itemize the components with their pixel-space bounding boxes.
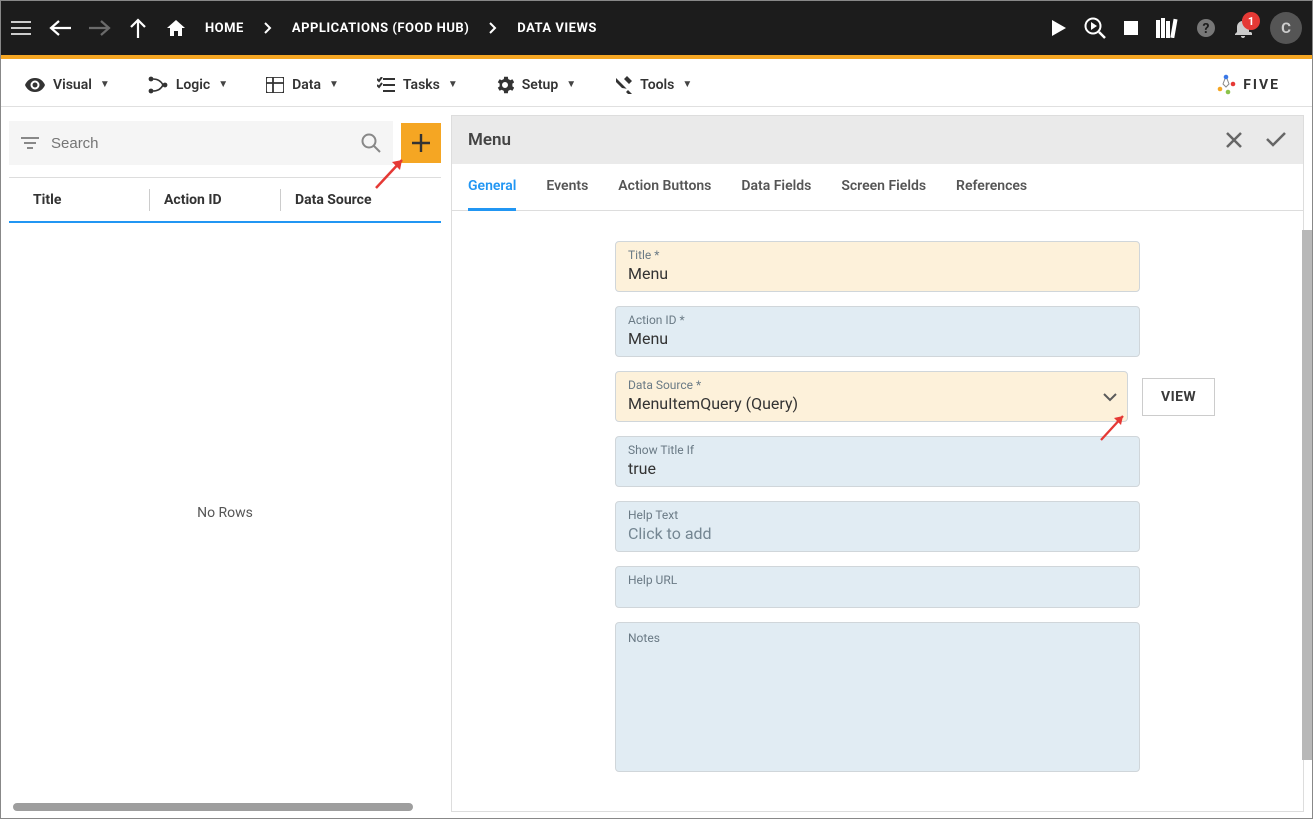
column-title[interactable]: Title — [19, 192, 149, 208]
up-arrow-icon[interactable] — [129, 18, 147, 38]
topbar: HOME APPLICATIONS (FOOD HUB) DATA VIEWS … — [1, 1, 1312, 55]
logo[interactable]: FIVE — [1215, 74, 1288, 96]
tab-events[interactable]: Events — [546, 164, 588, 210]
breadcrumb-app[interactable]: APPLICATIONS (FOOD HUB) — [292, 21, 469, 36]
column-data-source[interactable]: Data Source — [281, 192, 431, 208]
panel-header: Menu — [452, 116, 1303, 164]
notifications-icon[interactable]: 1 — [1234, 18, 1252, 38]
menu-visual[interactable]: Visual▼ — [25, 77, 110, 93]
show-title-if-field[interactable]: Show Title If true — [615, 436, 1140, 487]
books-icon[interactable] — [1156, 18, 1178, 38]
form: Title * Menu Action ID * Menu Data Sourc… — [452, 211, 1303, 811]
svg-text:?: ? — [1203, 21, 1210, 37]
action-id-field[interactable]: Action ID * Menu — [615, 306, 1140, 357]
menu-tools[interactable]: Tools▼ — [614, 76, 692, 94]
horizontal-scrollbar[interactable] — [9, 802, 441, 812]
menubar: Visual▼ Logic▼ Data▼ Tasks▼ Setup▼ Tools… — [1, 63, 1312, 107]
chevron-right-icon — [264, 22, 272, 34]
play-icon[interactable] — [1052, 20, 1066, 36]
breadcrumb-page[interactable]: DATA VIEWS — [517, 21, 597, 36]
right-panel: Menu General Events Action Buttons Data … — [451, 115, 1304, 812]
breadcrumb-home[interactable]: HOME — [205, 21, 244, 36]
confirm-icon[interactable] — [1265, 131, 1287, 149]
logo-text: FIVE — [1243, 77, 1280, 93]
notes-field[interactable]: Notes — [615, 622, 1140, 772]
menu-data[interactable]: Data▼ — [266, 77, 339, 93]
empty-rows-text: No Rows — [197, 505, 253, 521]
tab-references[interactable]: References — [956, 164, 1027, 210]
chevron-right-icon — [489, 22, 497, 34]
grid-header: Title Action ID Data Source — [9, 177, 441, 221]
tabs: General Events Action Buttons Data Field… — [452, 164, 1303, 211]
forward-arrow-icon[interactable] — [89, 19, 111, 37]
panel-title: Menu — [468, 130, 511, 150]
grid-body: No Rows — [9, 223, 441, 802]
hamburger-menu-icon[interactable] — [11, 20, 31, 36]
menu-tasks[interactable]: Tasks▼ — [377, 77, 458, 93]
data-source-field[interactable]: Data Source * MenuItemQuery (Query) — [615, 371, 1128, 422]
breadcrumb: HOME APPLICATIONS (FOOD HUB) DATA VIEWS — [167, 20, 597, 36]
stop-icon[interactable] — [1124, 21, 1138, 35]
tab-data-fields[interactable]: Data Fields — [741, 164, 811, 210]
title-field[interactable]: Title * Menu — [615, 241, 1140, 292]
home-icon[interactable] — [167, 20, 185, 36]
search-field[interactable] — [51, 135, 349, 152]
filter-icon — [21, 136, 39, 150]
main-content: Title Action ID Data Source No Rows Menu — [1, 107, 1312, 820]
column-action-id[interactable]: Action ID — [150, 192, 280, 208]
tab-general[interactable]: General — [468, 164, 516, 211]
tab-action-buttons[interactable]: Action Buttons — [618, 164, 711, 210]
accent-divider — [1, 55, 1312, 59]
avatar[interactable]: C — [1270, 12, 1302, 44]
chevron-down-icon[interactable] — [1103, 392, 1117, 402]
notification-badge: 1 — [1242, 12, 1260, 30]
magnify-play-icon[interactable] — [1084, 17, 1106, 39]
tab-screen-fields[interactable]: Screen Fields — [841, 164, 926, 210]
help-url-field[interactable]: Help URL — [615, 566, 1140, 608]
view-button[interactable]: VIEW — [1142, 378, 1215, 416]
menu-setup[interactable]: Setup▼ — [496, 76, 576, 94]
vertical-scrollbar[interactable] — [1302, 230, 1312, 760]
left-panel: Title Action ID Data Source No Rows — [9, 115, 441, 812]
close-icon[interactable] — [1225, 131, 1243, 149]
help-icon[interactable]: ? — [1196, 18, 1216, 38]
search-icon[interactable] — [361, 133, 381, 153]
menu-logic[interactable]: Logic▼ — [148, 76, 228, 94]
search-input[interactable] — [9, 121, 393, 165]
back-arrow-icon[interactable] — [49, 19, 71, 37]
add-button[interactable] — [401, 123, 441, 163]
help-text-field[interactable]: Help Text Click to add — [615, 501, 1140, 552]
